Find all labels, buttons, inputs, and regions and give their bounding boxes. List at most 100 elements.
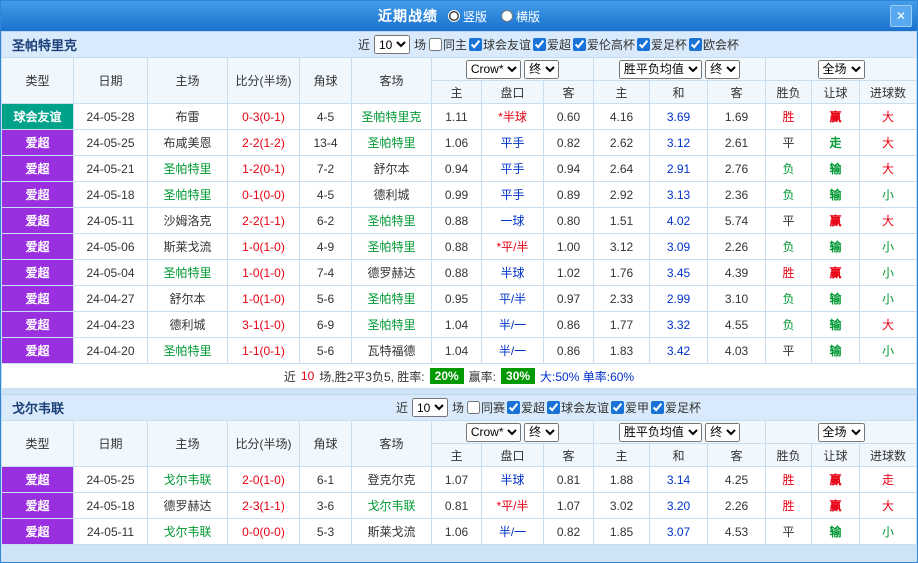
team-name: 圣帕特里克 — [2, 35, 182, 54]
score: 0-0(0-0) — [228, 519, 300, 545]
cover-rate-badge: 30% — [501, 368, 535, 384]
match-count-select[interactable]: 10 — [412, 398, 448, 417]
summary-text-3: 赢率: — [469, 368, 496, 385]
home-team-name: 圣帕特里 — [148, 260, 228, 286]
away-team-name: 戈尔韦联 — [352, 493, 432, 519]
result-handicap: 赢 — [812, 493, 860, 519]
match-row: 爱超24-05-18德罗赫达2-3(1-1)3-6戈尔韦联0.81*平/半1.0… — [2, 493, 917, 519]
vertical-radio[interactable] — [448, 10, 460, 22]
filter-checkbox[interactable] — [651, 401, 664, 414]
section-header-2: 戈尔韦联 近 10 场 同赛爱超球会友谊爱甲爱足杯 — [1, 394, 917, 420]
col-score: 比分(半场) — [228, 421, 300, 467]
mean-final-select[interactable]: 终 — [705, 423, 740, 442]
odds-source-select[interactable]: Crow* — [466, 423, 521, 442]
filter-checkbox[interactable] — [429, 38, 442, 51]
mean-odds-draw: 3.32 — [650, 312, 708, 338]
result-wdl: 胜 — [766, 493, 812, 519]
horizontal-radio-label: 横版 — [516, 8, 540, 25]
mean-odds-select[interactable]: 胜平负均值 — [619, 423, 702, 442]
matches-table-1: 类型 日期 主场 比分(半场) 角球 客场 Crow* 终 胜平负均值 终 — [1, 57, 917, 364]
competition-filter-option[interactable]: 爱足杯 — [636, 36, 687, 53]
match-row: 爱超24-04-27舒尔本1-0(1-0)5-6圣帕特里0.95平/半0.972… — [2, 286, 917, 312]
mean-odds-away: 2.36 — [708, 182, 766, 208]
match-row: 爱超24-05-21圣帕特里1-2(0-1)7-2舒尔本0.94平手0.942.… — [2, 156, 917, 182]
handicap-odds-away: 0.60 — [544, 104, 594, 130]
layout-horizontal-option[interactable]: 横版 — [501, 8, 540, 25]
result-goals: 小 — [860, 234, 917, 260]
filter-checkbox[interactable] — [533, 38, 546, 51]
handicap-line: 平手 — [482, 130, 544, 156]
col-home: 主场 — [148, 58, 228, 104]
match-row: 爱超24-05-25戈尔韦联2-0(1-0)6-1登克尔克1.07半球0.811… — [2, 467, 917, 493]
competition-filter-option[interactable]: 爱足杯 — [650, 399, 701, 416]
horizontal-radio[interactable] — [501, 10, 513, 22]
handicap-odds-home: 1.11 — [432, 104, 482, 130]
filter-checkbox[interactable] — [611, 401, 624, 414]
odds-final-select[interactable]: 终 — [524, 423, 559, 442]
mean-odds-select[interactable]: 胜平负均值 — [619, 60, 702, 79]
match-date: 24-05-25 — [74, 467, 148, 493]
competition-filter-option[interactable]: 同赛 — [466, 399, 505, 416]
odds-source-select[interactable]: Crow* — [466, 60, 521, 79]
scope-select[interactable]: 全场 — [818, 423, 865, 442]
mean-odds-away: 2.76 — [708, 156, 766, 182]
match-date: 24-04-20 — [74, 338, 148, 364]
match-date: 24-04-27 — [74, 286, 148, 312]
result-handicap: 输 — [812, 519, 860, 545]
match-row: 爱超24-05-11沙姆洛克2-2(1-1)6-2圣帕特里0.88一球0.801… — [2, 208, 917, 234]
match-type-badge: 爱超 — [2, 493, 74, 519]
score: 2-2(1-2) — [228, 130, 300, 156]
result-handicap: 赢 — [812, 104, 860, 130]
competition-filter-option[interactable]: 球会友谊 — [468, 36, 531, 53]
corner-count: 6-2 — [300, 208, 352, 234]
competition-filter-option[interactable]: 爱超 — [532, 36, 571, 53]
odds-source-group: Crow* 终 — [432, 58, 594, 81]
corner-count: 7-2 — [300, 156, 352, 182]
layout-vertical-option[interactable]: 竖版 — [448, 8, 487, 25]
scope-select[interactable]: 全场 — [818, 60, 865, 79]
result-handicap: 赢 — [812, 208, 860, 234]
col-result-goals: 进球数 — [860, 81, 917, 104]
mean-odds-home: 2.33 — [594, 286, 650, 312]
win-rate-badge: 20% — [430, 368, 464, 384]
filter-checkbox[interactable] — [467, 401, 480, 414]
summary-text-1: 近 — [284, 368, 296, 385]
match-count-select[interactable]: 10 — [374, 35, 410, 54]
result-goals: 小 — [860, 260, 917, 286]
handicap-odds-home: 1.07 — [432, 467, 482, 493]
games-label: 场 — [452, 399, 464, 416]
mean-final-select[interactable]: 终 — [705, 60, 740, 79]
result-goals: 大 — [860, 130, 917, 156]
score: 1-2(0-1) — [228, 156, 300, 182]
close-button[interactable]: ✕ — [890, 5, 912, 27]
result-goals: 小 — [860, 519, 917, 545]
mean-odds-away: 5.74 — [708, 208, 766, 234]
handicap-odds-away: 0.86 — [544, 338, 594, 364]
match-type-badge: 球会友谊 — [2, 104, 74, 130]
filter-checkbox[interactable] — [689, 38, 702, 51]
odds-final-select[interactable]: 终 — [524, 60, 559, 79]
handicap-odds-home: 0.95 — [432, 286, 482, 312]
near-label: 近 — [358, 36, 370, 53]
competition-filter-option[interactable]: 爱甲 — [610, 399, 649, 416]
competition-filter-option[interactable]: 欧会杯 — [688, 36, 739, 53]
match-row: 爱超24-05-25布咸美恩2-2(1-2)13-4圣帕特里1.06平手0.82… — [2, 130, 917, 156]
competition-filter-option[interactable]: 爱超 — [506, 399, 545, 416]
result-wdl: 负 — [766, 182, 812, 208]
filter-checkbox[interactable] — [637, 38, 650, 51]
competition-filter-option[interactable]: 球会友谊 — [546, 399, 609, 416]
corner-count: 5-3 — [300, 519, 352, 545]
mean-odds-draw: 4.02 — [650, 208, 708, 234]
competition-filter-option[interactable]: 同主 — [428, 36, 467, 53]
competition-filter-option[interactable]: 爱伦高杯 — [572, 36, 635, 53]
handicap-odds-away: 1.00 — [544, 234, 594, 260]
col-mean-home: 主 — [594, 81, 650, 104]
filter-checkbox[interactable] — [547, 401, 560, 414]
filter-checkbox[interactable] — [507, 401, 520, 414]
col-corner: 角球 — [300, 421, 352, 467]
filter-checkbox[interactable] — [469, 38, 482, 51]
match-type-badge: 爱超 — [2, 182, 74, 208]
mean-odds-home: 1.83 — [594, 338, 650, 364]
filter-bar: 近 10 场 同主球会友谊爱超爱伦高杯爱足杯欧会杯 — [182, 35, 916, 54]
filter-checkbox[interactable] — [573, 38, 586, 51]
